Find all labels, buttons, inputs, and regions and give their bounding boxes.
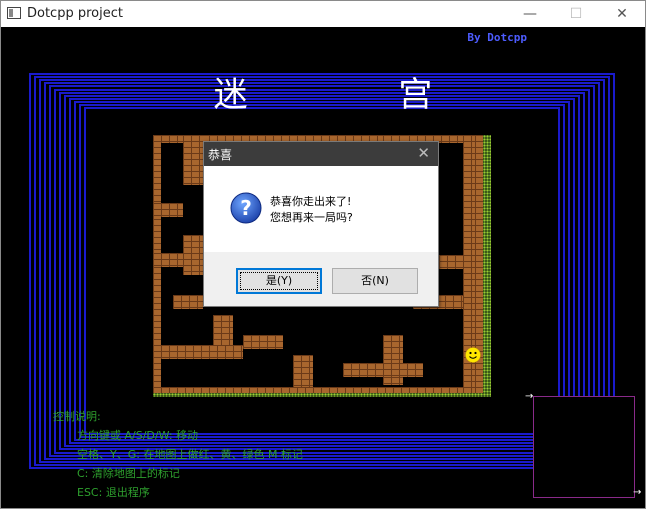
no-button-label: 否(N) [361,274,389,287]
minimize-button[interactable]: — [507,1,553,27]
svg-text:?: ? [240,196,252,220]
dialog-footer: 是(Y) 否(N) [204,252,438,306]
maze-wall [183,135,203,185]
exit-strip [483,135,491,397]
maze-wall [293,355,313,387]
title-bar[interactable]: Dotcpp project — ☐ ✕ [1,1,645,27]
controls-line: 方向键或 A/S/D/W: 移动 [77,429,199,442]
dialog-title-bar[interactable]: 恭喜 ✕ [204,142,438,166]
exit-strip [153,393,491,397]
maze-wall [153,253,183,267]
maze-wall [153,203,183,217]
arrow-icon: → [633,487,642,498]
controls-line: C: 清除地图上的标记 [77,467,180,480]
window-title: Dotcpp project [27,6,123,21]
console-window: Dotcpp project — ☐ ✕ By Dotcpp 迷 宫 控制说明:… [0,0,646,509]
question-icon: ? [230,192,262,224]
minimap [533,396,635,498]
no-button[interactable]: 否(N) [332,268,418,294]
maze-wall [183,235,203,275]
maximize-button[interactable]: ☐ [553,1,599,27]
controls-help: 控制说明: 方向键或 A/S/D/W: 移动 空格、Y、G: 在地图上做红、黄、… [53,407,303,502]
dialog-message-line: 您想再来一局吗? [270,211,353,224]
maze-wall [383,335,403,385]
dialog-message: 恭喜你走出来了! 您想再来一局吗? [270,194,353,226]
author-label: By Dotcpp [467,31,527,44]
app-icon [7,7,21,19]
close-button[interactable]: ✕ [599,1,645,27]
maze-wall [243,335,283,349]
congrats-dialog: 恭喜 ✕ ? 恭喜你走出来了! 您想再来一局吗? 是(Y) 否(N) [203,141,439,307]
maze-wall [343,363,423,377]
controls-line: 空格、Y、G: 在地图上做红、黄、绿色 M 标记 [77,448,303,461]
dialog-body: ? 恭喜你走出来了! 您想再来一局吗? [204,166,438,252]
maze-wall [173,295,203,309]
controls-heading: 控制说明: [53,410,101,423]
dialog-message-line: 恭喜你走出来了! [270,195,352,208]
maze-wall [153,345,243,359]
dialog-close-icon[interactable]: ✕ [417,144,430,162]
dialog-title: 恭喜 [208,148,233,162]
yes-button[interactable]: 是(Y) [236,268,322,294]
focus-ring [240,272,318,290]
player-smiley-icon [465,347,481,363]
game-title: 迷 宫 [213,75,503,115]
controls-line: ESC: 退出程序 [77,486,150,499]
